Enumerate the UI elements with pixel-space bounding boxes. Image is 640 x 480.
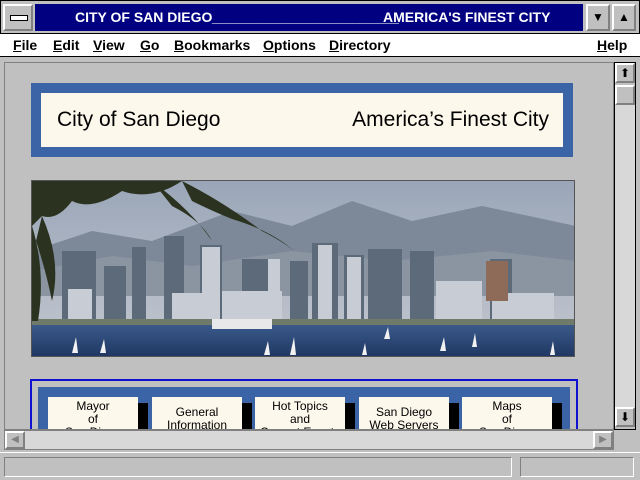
page-content[interactable]: City of San Diego America’s Finest City — [4, 62, 614, 430]
menu-view[interactable]: View — [93, 37, 125, 53]
nav-button-hot-topics[interactable]: Hot Topics and Current Events — [255, 397, 355, 429]
title-bar: CITY OF SAN DIEGO ______________________… — [0, 0, 640, 34]
header-banner: City of San Diego America’s Finest City — [31, 83, 573, 157]
window-title-part2: ________________________ — [212, 9, 399, 25]
window-title-part3: AMERICA'S FINEST CITY — [383, 9, 551, 25]
nav-button-mayor-label[interactable]: Mayor of San Diego — [48, 397, 138, 429]
nav-button-web-servers[interactable]: San Diego Web Servers — [359, 397, 459, 429]
nav-panel-inner: Mayor of San Diego General Information H… — [38, 387, 570, 429]
status-message — [4, 457, 512, 477]
menu-go[interactable]: Go — [140, 37, 159, 53]
vertical-scroll-thumb[interactable] — [615, 85, 635, 105]
nav-button-hot-topics-label[interactable]: Hot Topics and Current Events — [255, 397, 345, 429]
scrollbar-corner — [614, 430, 636, 450]
status-progress — [520, 457, 634, 477]
maximize-button[interactable]: ▲ — [612, 4, 636, 31]
header-banner-inner: City of San Diego America’s Finest City — [41, 93, 563, 147]
banner-slogan: America’s Finest City — [352, 108, 549, 131]
minimize-button[interactable]: ▼ — [586, 4, 610, 31]
status-bar — [0, 452, 640, 480]
skyline-image — [32, 181, 574, 356]
menu-directory[interactable]: Directory — [329, 37, 390, 53]
nav-button-maps[interactable]: Maps of San Diego — [462, 397, 562, 429]
nav-button-mayor[interactable]: Mayor of San Diego — [48, 397, 148, 429]
menu-bar: File Edit View Go Bookmarks Options Dire… — [0, 34, 640, 57]
vertical-scroll-track[interactable] — [615, 105, 635, 407]
nav-panel: Mayor of San Diego General Information H… — [30, 379, 578, 429]
menu-bookmarks[interactable]: Bookmarks — [174, 37, 250, 53]
system-menu-button[interactable] — [3, 4, 33, 31]
nav-button-maps-label[interactable]: Maps of San Diego — [462, 397, 552, 429]
scroll-right-button[interactable]: ▶ — [593, 431, 613, 449]
vertical-scrollbar[interactable]: ⬆ ⬇ — [614, 62, 636, 430]
window-title-part1: CITY OF SAN DIEGO — [75, 9, 213, 25]
scroll-down-button[interactable]: ⬇ — [615, 407, 635, 427]
menu-options[interactable]: Options — [263, 37, 316, 53]
nav-button-web-servers-label[interactable]: San Diego Web Servers — [359, 397, 449, 429]
nav-button-general-information-label[interactable]: General Information — [152, 397, 242, 429]
menu-file[interactable]: File — [13, 37, 37, 53]
scroll-up-button[interactable]: ⬆ — [615, 63, 635, 83]
banner-city-name: City of San Diego — [57, 108, 221, 131]
menu-help[interactable]: Help — [597, 37, 627, 53]
horizontal-scrollbar[interactable]: ◀ ▶ — [4, 430, 614, 450]
skyline-photo — [31, 180, 575, 357]
window-title: CITY OF SAN DIEGO ______________________… — [35, 4, 583, 31]
nav-button-general-information[interactable]: General Information — [152, 397, 252, 429]
scroll-left-button[interactable]: ◀ — [5, 431, 25, 449]
menu-edit[interactable]: Edit — [53, 37, 79, 53]
